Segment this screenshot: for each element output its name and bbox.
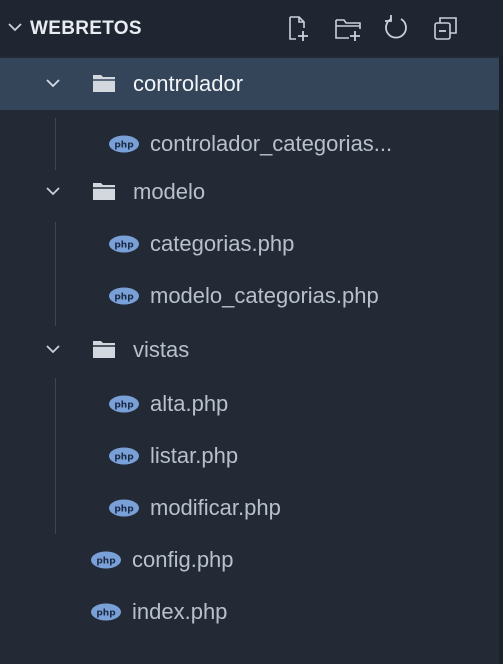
collapse-all-icon[interactable] [430, 12, 462, 44]
folder-row-modelo[interactable]: modelo [0, 166, 503, 218]
file-row[interactable]: php controlador_categorias... [0, 118, 503, 170]
svg-text:php: php [114, 401, 134, 411]
svg-text:php: php [96, 609, 116, 619]
explorer-header: WEBRETOS [0, 0, 503, 56]
file-row[interactable]: php alta.php [0, 378, 503, 430]
php-file-icon: php [91, 551, 121, 569]
file-row[interactable]: php categorias.php [0, 218, 503, 270]
file-row[interactable]: php modificar.php [0, 482, 503, 534]
file-label: alta.php [150, 391, 229, 416]
svg-text:php: php [114, 505, 134, 515]
folder-row-vistas[interactable]: vistas [0, 324, 503, 376]
file-label: modificar.php [150, 495, 281, 520]
php-file-icon: php [109, 447, 139, 465]
chevron-down-icon[interactable] [44, 74, 62, 92]
file-label: modelo_categorias.php [150, 283, 379, 308]
file-label: controlador_categorias... [150, 131, 393, 156]
file-row[interactable]: php listar.php [0, 430, 503, 482]
chevron-down-icon[interactable] [44, 340, 62, 358]
folder-icon [93, 341, 115, 358]
folder-icon [93, 183, 115, 200]
chevron-down-icon[interactable] [8, 22, 22, 32]
svg-text:php: php [114, 453, 134, 463]
folder-label: modelo [133, 179, 206, 204]
folder-label: controlador [133, 71, 244, 96]
file-row[interactable]: php config.php [0, 534, 503, 586]
chevron-down-icon[interactable] [44, 182, 62, 200]
file-label: index.php [132, 599, 228, 624]
svg-text:php: php [96, 557, 116, 567]
php-file-icon: php [109, 287, 139, 305]
panel-edge [499, 56, 503, 664]
explorer-title[interactable]: WEBRETOS [30, 18, 142, 40]
php-file-icon: php [109, 135, 139, 153]
new-file-icon[interactable] [281, 12, 313, 44]
file-label: config.php [132, 547, 234, 572]
file-row[interactable]: php index.php [0, 586, 503, 638]
svg-text:php: php [114, 141, 134, 151]
php-file-icon: php [109, 235, 139, 253]
php-file-icon: php [109, 395, 139, 413]
folder-row-controlador[interactable]: controlador [0, 58, 503, 110]
folder-label: vistas [133, 337, 190, 362]
svg-text:php: php [114, 293, 134, 303]
file-label: categorias.php [150, 231, 295, 256]
new-folder-icon[interactable] [332, 12, 364, 44]
svg-text:php: php [114, 241, 134, 251]
file-label: listar.php [150, 443, 239, 468]
file-row[interactable]: php modelo_categorias.php [0, 270, 503, 322]
php-file-icon: php [109, 499, 139, 517]
php-file-icon: php [91, 603, 121, 621]
refresh-icon[interactable] [380, 12, 412, 44]
folder-icon [93, 75, 115, 92]
